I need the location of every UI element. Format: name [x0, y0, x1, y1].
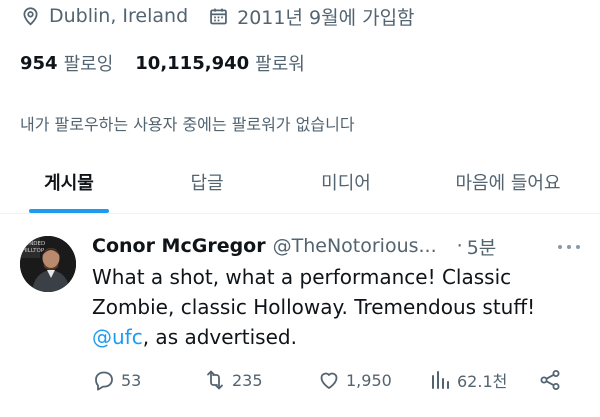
more-icon[interactable]: [558, 238, 580, 256]
calendar-icon: [210, 8, 227, 24]
following-label[interactable]: 팔로잉: [64, 50, 114, 76]
followers-count[interactable]: 10,115,940: [135, 53, 249, 74]
mention-link[interactable]: @ufc: [92, 325, 143, 349]
avatar-photo: FUNDED HILLTOP: [20, 236, 76, 292]
tab-replies[interactable]: 답글: [138, 150, 276, 213]
separator-dot: ·: [456, 235, 463, 257]
location: Dublin, Ireland: [20, 5, 188, 27]
repost-icon: [207, 370, 223, 390]
tab-media[interactable]: 미디어: [276, 150, 416, 213]
profile-tabs: 게시물 답글 미디어 마음에 들어요: [0, 150, 600, 214]
tab-label: 답글: [190, 172, 224, 194]
reply-icon: [95, 371, 113, 391]
tweet-line: @ufc, as advertised.: [92, 322, 582, 352]
reply-button[interactable]: 53: [92, 365, 141, 395]
author-handle[interactable]: @TheNotorious...: [273, 235, 437, 257]
tab-posts[interactable]: 게시물: [0, 150, 138, 213]
tweet-timestamp[interactable]: 5분: [467, 233, 497, 260]
author-name[interactable]: Conor McGregor: [92, 235, 266, 257]
tab-label: 마음에 들어요: [455, 172, 561, 194]
profile-meta: Dublin, Ireland 2011년 9월에 가입함: [20, 2, 415, 30]
repost-button[interactable]: 235: [203, 365, 263, 395]
following-count[interactable]: 954: [20, 53, 58, 74]
follow-stats: 954 팔로잉 10,115,940 팔로워: [20, 49, 305, 77]
svg-text:HILLTOP: HILLTOP: [22, 248, 45, 254]
like-count: 1,950: [346, 370, 392, 390]
share-button[interactable]: [538, 365, 567, 395]
views-button[interactable]: 62.1천: [428, 365, 507, 395]
active-tab-indicator: [29, 209, 109, 213]
tweet-line: What a shot, what a performance! Classic: [92, 265, 512, 289]
tab-likes[interactable]: 마음에 들어요: [416, 150, 600, 213]
tweet-actions: 53 235 1,950 62.1천: [0, 365, 600, 395]
svg-text:FUNDED: FUNDED: [22, 241, 45, 247]
followers-label[interactable]: 팔로워: [255, 50, 305, 76]
location-icon: [23, 6, 38, 26]
tweet-header: Conor McGregor @TheNotorious... · 5분: [92, 233, 496, 259]
like-icon: [320, 372, 338, 389]
views-icon: [432, 371, 449, 389]
tab-label: 게시물: [44, 172, 94, 194]
view-count: 62.1천: [457, 372, 508, 391]
tweet-line-rest: , as advertised.: [142, 325, 297, 349]
reply-count: 53: [121, 370, 142, 390]
tab-label: 미디어: [321, 172, 371, 194]
avatar[interactable]: FUNDED HILLTOP: [20, 236, 76, 292]
location-text: Dublin, Ireland: [49, 5, 189, 27]
share-icon: [540, 370, 560, 390]
tweet-text: What a shot, what a performance! Classic…: [92, 262, 582, 352]
join-date-text: 2011년 9월에 가입함: [237, 6, 415, 29]
like-button[interactable]: 1,950: [317, 365, 392, 395]
followers-you-know-notice: 내가 팔로우하는 사용자 중에는 팔로워가 없습니다: [20, 115, 355, 134]
tweet-line: Zombie, classic Holloway. Tremendous stu…: [92, 295, 536, 319]
repost-count: 235: [232, 370, 263, 390]
join-date: 2011년 9월에 가입함: [208, 3, 415, 30]
